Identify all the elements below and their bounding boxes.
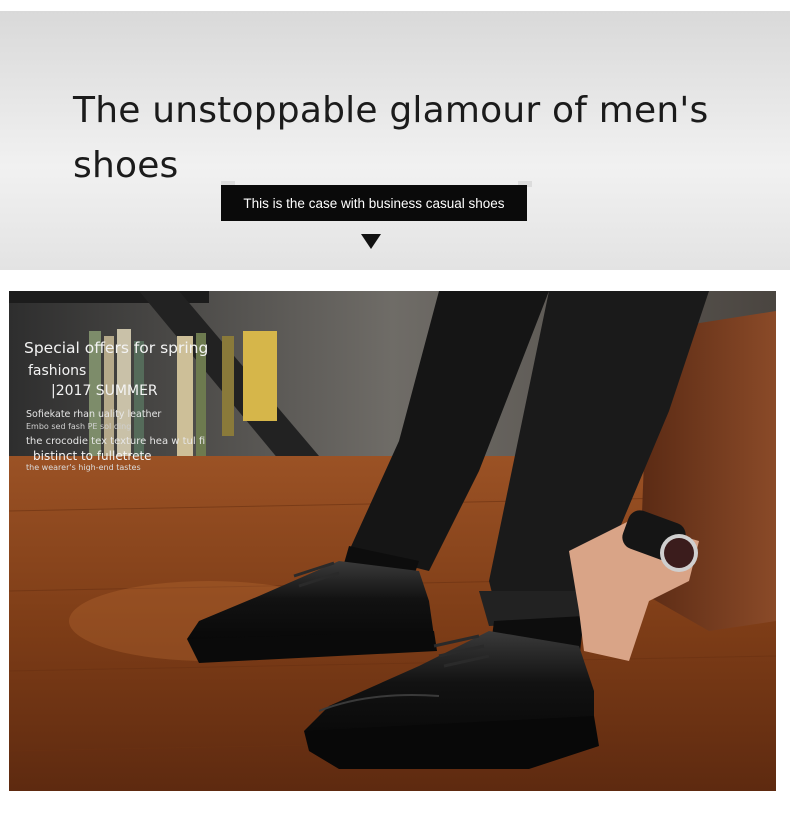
promo-subtitle: fashions (28, 363, 87, 379)
shoe-photo-illustration (9, 291, 776, 791)
headline: The unstoppable glamour of men's shoes (73, 90, 709, 186)
promo-season: |2017 SUMMER (51, 383, 158, 399)
tagline-badge: This is the case with business casual sh… (221, 185, 527, 221)
promo-title: Special offers for spring (24, 339, 209, 357)
promo-line-4: bistinct to fulletrete (33, 449, 152, 463)
promo-line-5: the wearer's high-end tastes (26, 463, 141, 472)
down-arrow-icon (361, 234, 381, 249)
promo-line-2: Embo sed fash PE sol ding (26, 422, 132, 431)
promo-line-1: Sofiekate rhan uality leather (26, 409, 162, 420)
product-photo: Special offers for spring fashions |2017… (9, 291, 776, 791)
header-banner: The unstoppable glamour of men's shoes T… (0, 11, 790, 270)
promo-line-3: the crocodie tex texture hea w tul fi (26, 436, 206, 447)
